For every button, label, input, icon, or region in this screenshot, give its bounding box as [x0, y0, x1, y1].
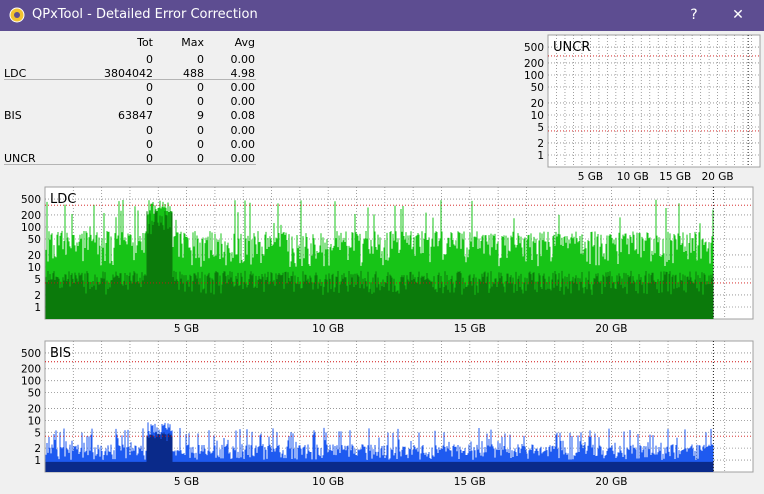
stats-row: 0 0 0.00 [0, 95, 258, 109]
title-bar: QPxTool - Detailed Error Correction ? ✕ [0, 0, 764, 31]
stats-row-max: 0 [197, 95, 204, 109]
stats-row-avg: 0.00 [230, 137, 256, 151]
stats-row: 0 0 0.00 [0, 124, 258, 138]
header-avg: Avg [234, 36, 255, 49]
x-tick-label: 20 GB [595, 476, 627, 488]
stats-row-label: BIS [4, 109, 22, 123]
x-tick-label: 5 GB [578, 171, 603, 183]
x-tick-label: 5 GB [174, 323, 199, 335]
stats-row: LDC 3804042 488 4.98 [0, 67, 258, 81]
chart-title: LDC [50, 192, 76, 207]
uncr-chart-svg: 12 51020 50100200 500 5 GB 10 GB 15 GB 20 GB UNC… [524, 34, 761, 183]
uncr-chart: 1 2 5 10 20 50 100 200 500 5 GB 10 GB 15 GB 20 GB UNC… [522, 33, 762, 185]
stats-bottom-divider [4, 164, 256, 165]
y-tick-label: 2 [34, 290, 41, 302]
qpxtool-app-icon [9, 7, 25, 23]
y-tick-label: 2 [34, 443, 41, 455]
y-tick-label: 1 [34, 302, 41, 314]
y-tick-label: 100 [21, 376, 41, 388]
stats-row: 0 0 0.00 [0, 53, 258, 67]
stats-row-max: 0 [197, 137, 204, 151]
stats-row-tot: 0 [146, 95, 153, 109]
stats-row-max: 488 [183, 67, 204, 81]
stats-row-avg: 0.00 [230, 151, 256, 165]
y-tick-label: 100 [21, 222, 41, 234]
stats-row-avg: 0.00 [230, 81, 256, 95]
ldc-chart: 1 2 5 10 20 50 100 200 500 5 GB 10 GB 15 GB 20 GB LDC [15, 185, 761, 340]
x-tick-label: 15 GB [659, 171, 691, 183]
y-tick-label: 20 [28, 403, 41, 415]
stats-row-tot: 0 [146, 123, 153, 137]
stats-row-label: LDC [4, 67, 27, 81]
stats-row-label: UNCR [4, 151, 36, 165]
stats-row-avg: 4.98 [230, 67, 256, 81]
stats-row: 0 0 0.00 [0, 138, 258, 152]
stats-row-avg: 0.08 [230, 109, 256, 123]
chart-title: BIS [50, 346, 71, 361]
stats-row-tot: 0 [146, 53, 153, 66]
bis-chart-svg: 12 51020 50100200 500 5 GB 10 GB 15 GB 20 GB BIS [21, 340, 754, 488]
y-tick-label: 500 [21, 194, 41, 206]
close-button[interactable]: ✕ [716, 0, 760, 31]
y-tick-label: 500 [524, 42, 544, 54]
stats-row-max: 0 [197, 123, 204, 137]
y-tick-label: 1 [537, 150, 544, 162]
y-tick-label: 10 [531, 110, 544, 122]
stats-row-tot: 3804042 [104, 67, 153, 81]
y-tick-label: 20 [531, 98, 544, 110]
stats-row-max: 9 [197, 109, 204, 123]
y-tick-label: 200 [524, 58, 544, 70]
error-stats-table: Tot Max Avg 0 0 0.00 LDC 3804042 488 4.98 0 0 0.0… [0, 33, 258, 166]
y-tick-label: 50 [28, 234, 41, 246]
header-tot: Tot [137, 36, 153, 49]
x-tick-label: 10 GB [617, 171, 649, 183]
stats-header-row: Tot Max Avg [0, 36, 258, 50]
ldc-chart-svg: 12 51020 50100200 500 5 GB 10 GB 15 GB 20 GB LDC [21, 186, 754, 335]
y-tick-label: 5 [34, 427, 41, 439]
x-tick-label: 15 GB [454, 323, 486, 335]
bis-chart: 1 2 5 10 20 50 100 200 500 5 GB 10 GB 15 GB 20 GB BIS [15, 339, 761, 492]
stats-row-avg: 0.00 [230, 95, 256, 109]
stats-row-avg: 0.00 [230, 53, 256, 66]
y-tick-label: 10 [28, 415, 41, 427]
stats-row-tot: 0 [146, 81, 153, 95]
stats-row: BIS 63847 9 0.08 [0, 109, 258, 123]
y-tick-label: 200 [21, 210, 41, 222]
stats-row: 0 0 0.00 [0, 81, 258, 95]
y-tick-label: 5 [537, 122, 544, 134]
stats-row-max: 0 [197, 81, 204, 95]
stats-row-tot: 0 [146, 137, 153, 151]
stats-row-tot: 63847 [118, 109, 153, 123]
y-tick-label: 50 [531, 82, 544, 94]
y-tick-label: 10 [28, 262, 41, 274]
x-tick-label: 10 GB [312, 323, 344, 335]
x-tick-label: 20 GB [702, 171, 734, 183]
chart-title: UNCR [553, 40, 590, 55]
y-tick-label: 100 [524, 70, 544, 82]
x-tick-label: 5 GB [174, 476, 199, 488]
stats-row-tot: 0 [146, 151, 153, 165]
help-button[interactable]: ? [672, 0, 716, 31]
header-max: Max [181, 36, 204, 49]
y-tick-label: 200 [21, 364, 41, 376]
stats-row-max: 0 [197, 53, 204, 66]
y-tick-label: 500 [21, 348, 41, 360]
x-tick-label: 15 GB [454, 476, 486, 488]
x-tick-label: 10 GB [312, 476, 344, 488]
y-tick-label: 5 [34, 274, 41, 286]
y-tick-label: 2 [537, 138, 544, 150]
window-title: QPxTool - Detailed Error Correction [32, 7, 258, 22]
stats-row-max: 0 [197, 151, 204, 165]
y-tick-label: 20 [28, 250, 41, 262]
stats-row-avg: 0.00 [230, 123, 256, 137]
x-tick-label: 20 GB [595, 323, 627, 335]
y-tick-label: 1 [34, 455, 41, 467]
y-tick-label: 50 [28, 388, 41, 400]
